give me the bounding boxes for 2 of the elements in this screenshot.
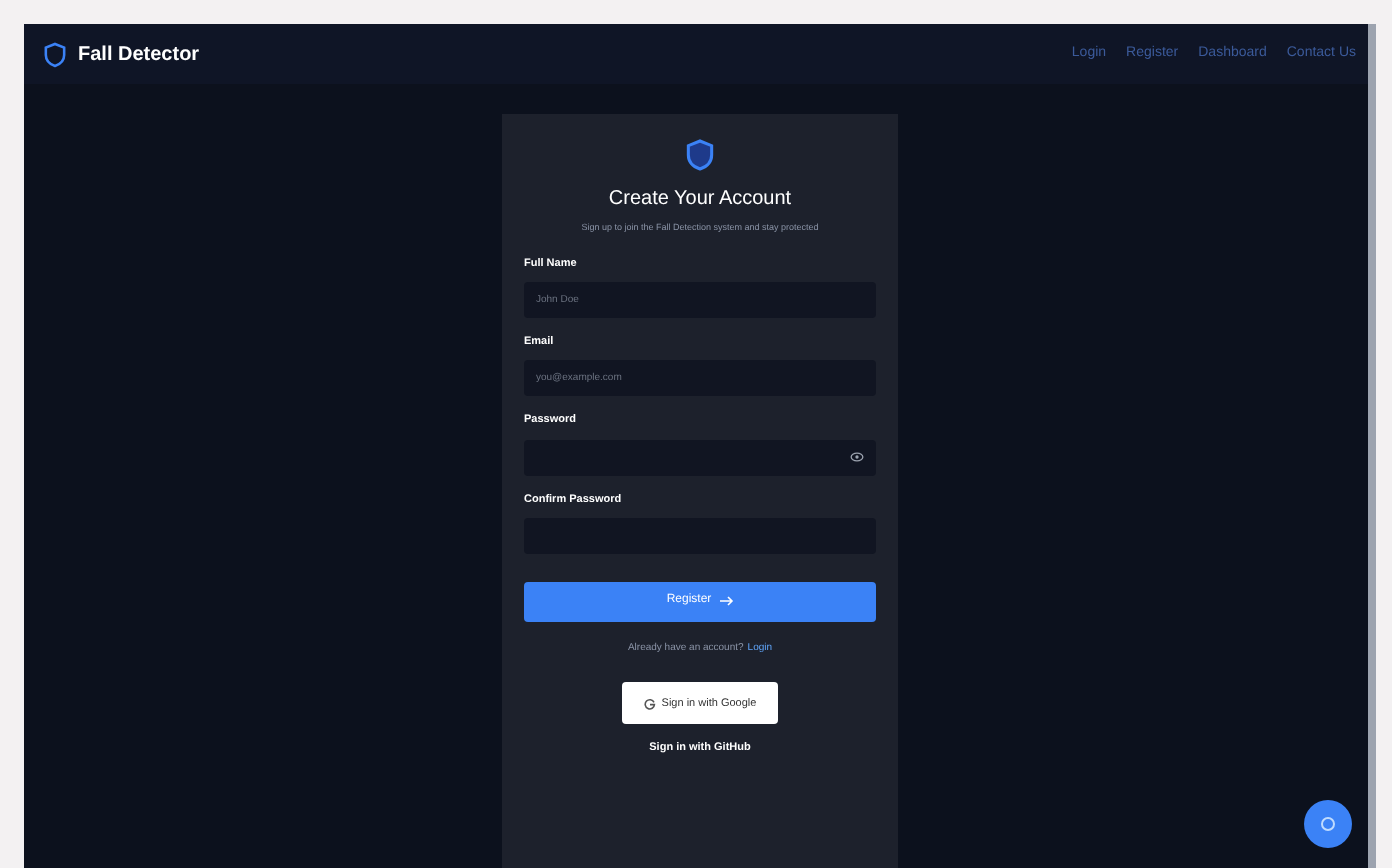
form-title: Create Your Account bbox=[608, 186, 792, 214]
brand-name: Fall Detector bbox=[78, 41, 200, 69]
